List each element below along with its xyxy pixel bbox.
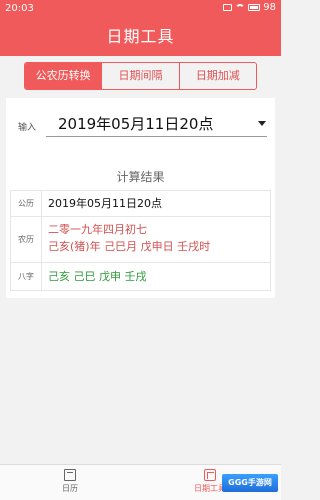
status-bar: 20:03 98 bbox=[0, 0, 281, 18]
page-title: 日期工具 bbox=[106, 27, 175, 46]
status-icons: 98 bbox=[223, 2, 276, 13]
lunar-ganzhi-text: 己亥(猪)年 己巳月 戊申日 壬戌时 bbox=[48, 240, 211, 253]
watermark-logo: GGG手游网 bbox=[222, 474, 278, 492]
calendar-icon bbox=[64, 469, 76, 481]
result-table: 公历 2019年05月11日20点 农历 二零一九年四月初七 己亥(猪)年 己巳… bbox=[10, 190, 271, 291]
result-row-lunar: 农历 二零一九年四月初七 己亥(猪)年 己巳月 戊申日 壬戌时 bbox=[11, 216, 270, 262]
tools-icon bbox=[204, 469, 216, 481]
nav-item-calendar[interactable]: 日历 bbox=[35, 469, 105, 494]
date-input-field[interactable]: 2019年05月11日20点 bbox=[58, 113, 213, 134]
lunar-date-text: 二零一九年四月初七 bbox=[48, 223, 147, 236]
solar-date-text: 2019年05月11日20点 bbox=[48, 197, 162, 210]
tool-tabs: 公农历转换 日期间隔 日期加减 bbox=[24, 62, 257, 90]
row-label-lunar: 农历 bbox=[11, 217, 42, 262]
nav-label-calendar: 日历 bbox=[62, 484, 78, 493]
row-value-lunar: 二零一九年四月初七 己亥(猪)年 己巳月 戊申日 壬戌时 bbox=[42, 217, 270, 262]
row-label-solar: 公历 bbox=[11, 191, 42, 216]
app-header: 日期工具 bbox=[0, 18, 281, 56]
row-value-solar: 2019年05月11日20点 bbox=[42, 191, 270, 216]
result-row-bazi: 八字 己亥 己巳 戊申 壬戌 bbox=[11, 262, 270, 290]
conversion-card: 输入 2019年05月11日20点 计算结果 公历 2019年05月11日20点… bbox=[6, 98, 275, 298]
status-time: 20:03 bbox=[5, 3, 34, 14]
tab-solar-lunar-conversion[interactable]: 公农历转换 bbox=[25, 63, 102, 89]
input-label: 输入 bbox=[18, 123, 37, 133]
result-title: 计算结果 bbox=[116, 170, 165, 184]
row-label-bazi: 八字 bbox=[11, 263, 42, 290]
result-row-solar: 公历 2019年05月11日20点 bbox=[11, 191, 270, 216]
dropdown-arrow-icon[interactable] bbox=[258, 121, 266, 126]
bazi-text: 己亥 己巳 戊申 壬戌 bbox=[48, 270, 147, 283]
screen-icon bbox=[223, 4, 233, 11]
tab-date-interval[interactable]: 日期间隔 bbox=[101, 63, 178, 89]
battery-level: 98 bbox=[263, 2, 276, 13]
input-underline bbox=[46, 136, 267, 137]
tab-date-add-subtract[interactable]: 日期加减 bbox=[178, 63, 256, 89]
row-value-bazi: 己亥 己巳 戊申 壬戌 bbox=[42, 263, 270, 290]
battery-icon bbox=[248, 4, 261, 11]
wifi-icon bbox=[235, 3, 246, 12]
